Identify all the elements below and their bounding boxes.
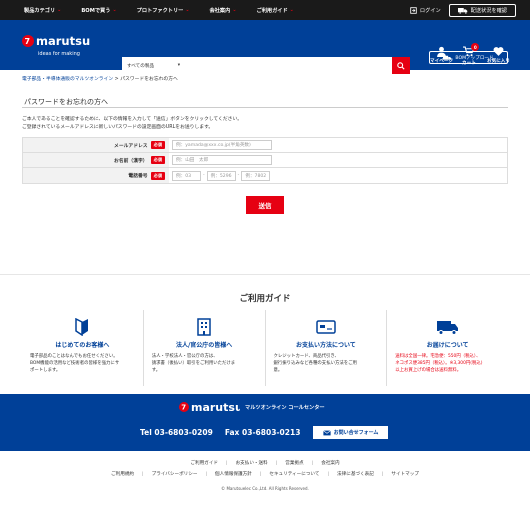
phone-row: 電話番号 必須 例：03 - 例：5296 - 例：7802 [23,168,507,183]
footer-links-primary: ご利用ガイド | お支払い・送料 | 営業拠点 | 会社案内 [0,460,530,466]
required-badge: 必須 [150,171,165,180]
caret-down-icon: ▾ [177,62,180,68]
marutsu-logo: 7 marutsu [179,401,240,414]
footer-link[interactable]: 法律に基づく表記 [333,472,378,477]
call-center-label: マルツオンライン コールセンター [245,404,325,411]
phone-label: 電話番号 [128,174,148,179]
top-nav: 製品カテゴリ ⌄ BOMで買う ⌄ プロトファクトリー ⌄ 会社案内 ⌄ ご利用ガイド ⌄ [14,7,304,14]
email-row: メールアドレス 必須 例：yamada@xxx.co.jp(半角英数) [23,138,507,153]
cart-count-badge: 0 [471,43,480,51]
building-icon [197,318,211,336]
title-divider [22,107,508,108]
nav-product-category[interactable]: 製品カテゴリ ⌄ [14,7,71,14]
required-badge: 必須 [150,141,165,149]
chevron-down-icon: ⌄ [185,7,190,13]
page-description: ご本人であることを確認するために、以下の情報を入力して「送信」ボタンをクリックし… [22,117,243,130]
svg-text:ideas for making: ideas for making [38,51,80,57]
footer-link[interactable]: 個人情報保護方針 [211,472,256,477]
search-icon [397,61,405,70]
shipping-status-button[interactable]: 配送状況を確認 [448,3,516,17]
contact-band: 7 marutsu マルツオンライン コールセンター Tel 03-6803-02… [0,394,530,451]
phone-field-3[interactable]: 例：7802 [241,170,271,181]
phone-field-1[interactable]: 例：03 [172,170,201,181]
search-button[interactable] [392,57,410,74]
guide-card-payment[interactable]: お支払い方法について クレジットカード、商品代引き、 銀行振り込みなど各種の支払い… [266,310,388,386]
name-row: お名前（漢字） 必須 例：山田 太郎 [23,153,507,168]
search-bar[interactable]: すべての製品 ▾ [122,57,392,74]
chevron-down-icon: ⌄ [57,7,62,13]
svg-text:marutsu: marutsu [36,34,90,48]
guide-card-beginners[interactable]: はじめてのお客様へ 電子部品のことはなんでもお任せください。 BOM機能の活用など… [22,310,144,386]
chevron-down-icon: ⌄ [232,7,237,13]
guide-cards: はじめてのお客様へ 電子部品のことはなんでもお任せください。 BOM機能の活用など… [22,310,508,386]
search-input[interactable] [184,57,392,74]
login-link[interactable]: ログイン [410,6,441,14]
footer-link[interactable]: サイトマップ [387,472,423,477]
footer-link[interactable]: プライバシーポリシー [148,472,202,477]
guide-divider [0,274,530,275]
guide-card-corporate[interactable]: 法人/官公庁の皆様へ 法人・学校法人・官公庁の方は、 請求書（後払い）取引をご利用… [144,310,266,386]
truck-icon [443,55,452,60]
email-field[interactable]: 例：yamada@xxx.co.jp(半角英数) [172,140,272,150]
nav-proto-factory[interactable]: プロトファクトリー ⌄ [127,7,200,14]
name-label: お名前（漢字） [114,158,148,164]
breadcrumb-current: パスワードをお忘れの方へ [120,77,178,82]
svg-text:marutsu: marutsu [191,401,240,414]
footer-link[interactable]: ご利用ガイド [186,461,222,466]
chevron-down-icon: ⌄ [289,7,294,13]
guide-card-delivery[interactable]: お届けについて 送料は全国一律。宅急便：550円（税込）、 ネコポス便385円（税… [387,310,508,386]
page-title: パスワードをお忘れの方へ [24,98,108,106]
marutsu-logo[interactable]: 7 marutsu ideas for making [20,31,110,59]
breadcrumb-home-link[interactable]: 電子部品・半導体通販のマルツオンライン [22,77,113,82]
name-field[interactable]: 例：山田 太郎 [172,155,272,165]
mail-icon [322,429,331,435]
footer-link[interactable]: お支払い・送料 [232,461,272,466]
top-bar: 製品カテゴリ ⌄ BOMで買う ⌄ プロトファクトリー ⌄ 会社案内 ⌄ ご利用ガイド ⌄… [0,0,530,20]
footer-link[interactable]: ご利用規約 [107,472,138,477]
beginner-mark-icon [75,318,89,336]
logo-mark: 7 marutsu ideas for making [22,34,90,57]
footer-link[interactable]: 営業拠点 [281,461,307,466]
nav-bom[interactable]: BOMで買う ⌄ [71,7,126,14]
copyright: © Marutsuelec Co.,Ltd. All Rights Reserv… [221,486,309,491]
nav-company[interactable]: 会社案内 ⌄ [200,7,247,14]
chevron-down-icon: ⌄ [112,7,117,13]
footer-link[interactable]: セキュリティーについて [265,472,323,477]
footer-links-secondary: ご利用規約 | プライバシーポリシー | 個人情報保護方針 | セキュリティーについて | 法律… [0,471,530,477]
tel-number[interactable]: Tel 03-6803-0209 [140,428,213,437]
guide-title: ご利用ガイド [239,294,291,304]
credit-card-icon [316,320,336,334]
login-icon [410,6,417,14]
footer-link[interactable]: 会社案内 [317,461,343,466]
nav-guide[interactable]: ご利用ガイド ⌄ [247,7,304,14]
submit-button[interactable]: 送信 [246,196,284,214]
required-badge: 必須 [150,156,165,164]
inquiry-form-button[interactable]: お問い合せフォーム [313,426,388,439]
search-category-select[interactable]: すべての製品 ▾ [122,63,184,69]
password-reset-form: メールアドレス 必須 例：yamada@xxx.co.jp(半角英数) お名前（漢… [22,137,508,184]
bom-upload-button[interactable]: BOMアップロード [429,51,508,64]
phone-numbers: Tel 03-6803-0209 Fax 03-6803-0213 [140,428,300,437]
svg-text:7: 7 [25,37,31,46]
phone-field-2[interactable]: 例：5296 [206,170,236,181]
breadcrumb: 電子部品・半導体通販のマルツオンライン > パスワードをお忘れの方へ [22,77,178,82]
truck-icon [457,7,467,14]
fax-number: Fax 03-6803-0213 [224,428,301,437]
truck-icon [436,321,458,335]
svg-text:7: 7 [181,404,186,412]
email-label: メールアドレス [114,143,148,149]
